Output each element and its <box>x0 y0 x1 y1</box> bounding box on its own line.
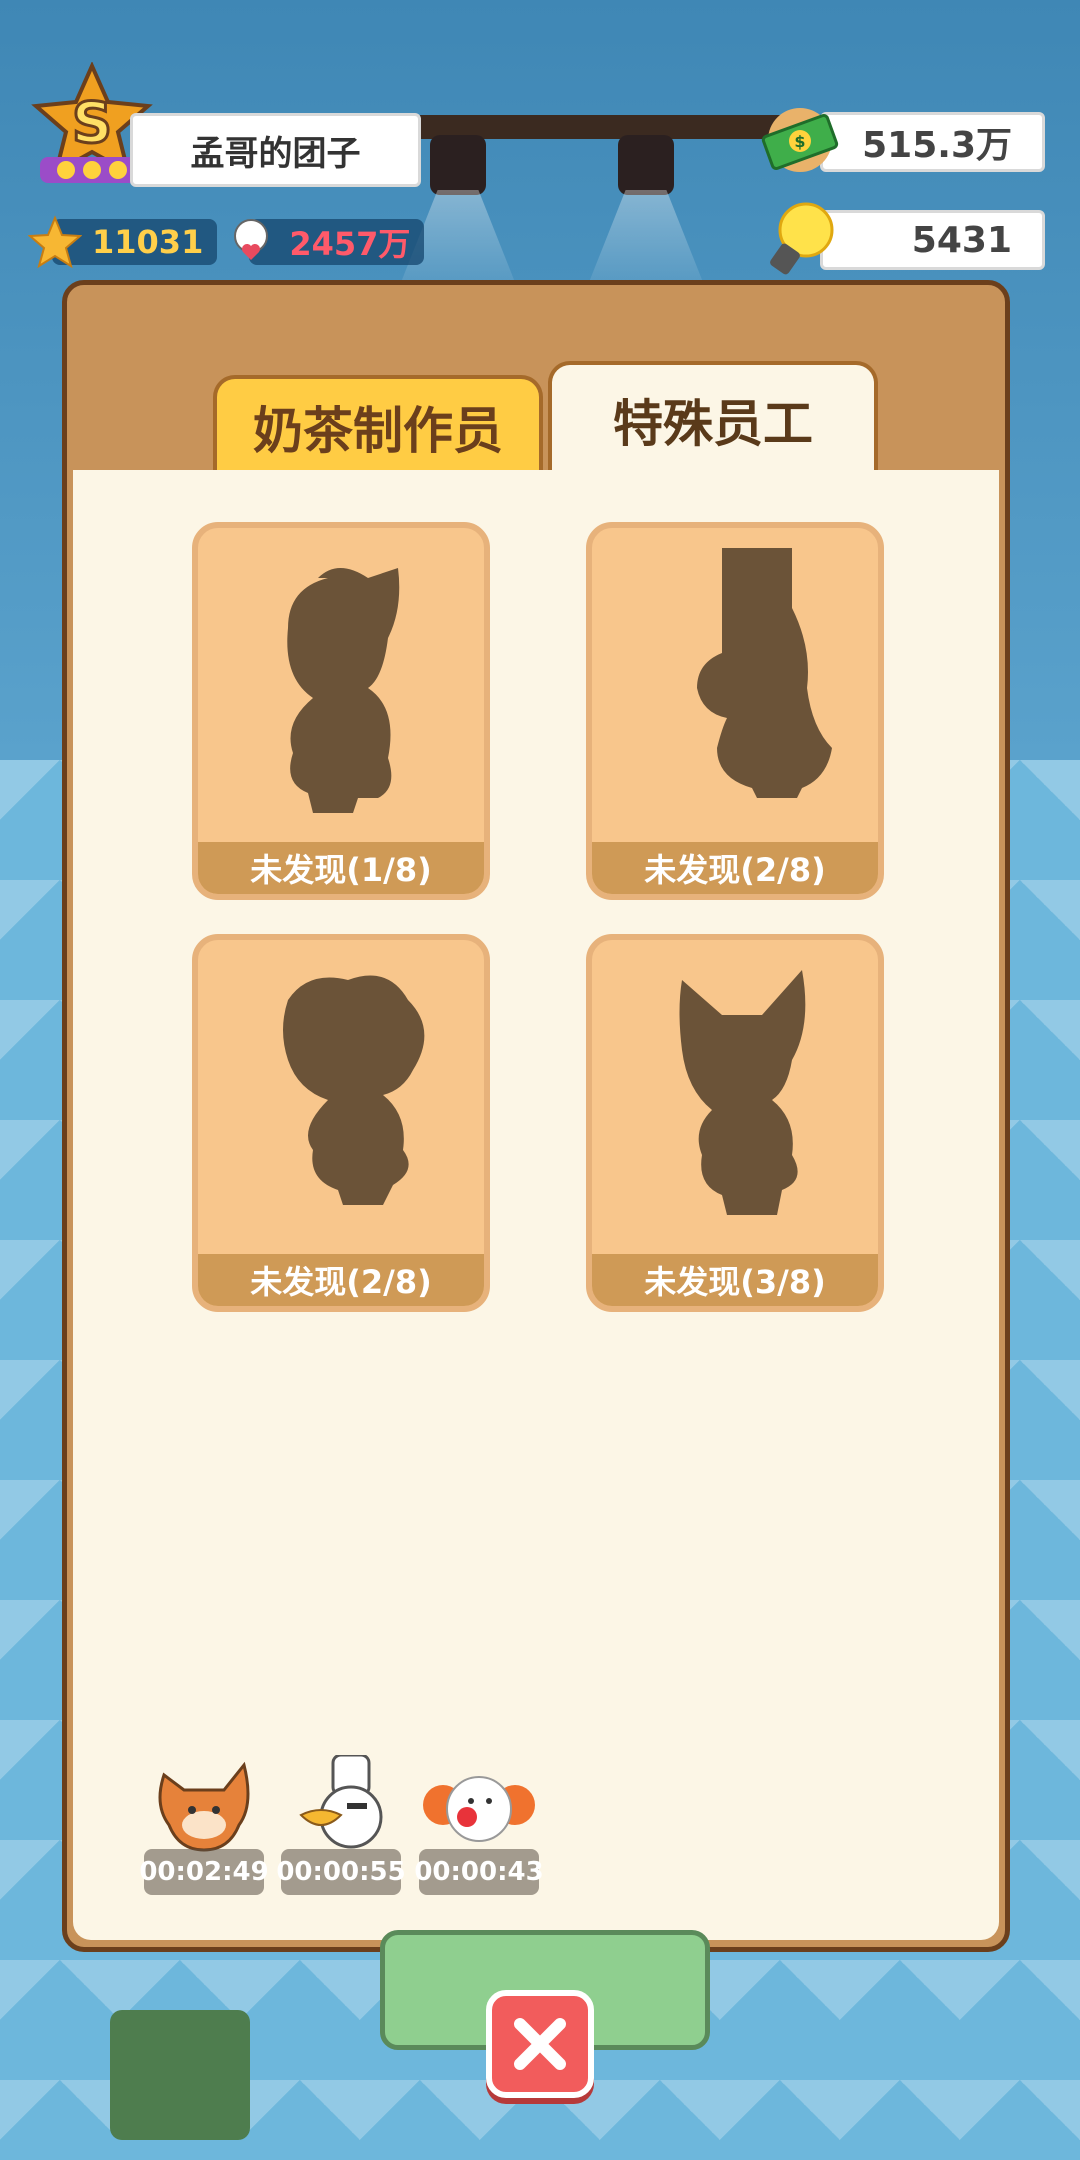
rank-letter: S <box>72 91 112 156</box>
card-label: 未发现(2/8) <box>592 842 878 894</box>
recycle-bin-icon <box>110 2010 250 2140</box>
player-name[interactable]: 孟哥的团子 <box>130 113 421 187</box>
fox-silhouette-icon <box>679 970 806 1215</box>
card-label: 未发现(2/8) <box>198 1254 484 1306</box>
staff-card[interactable]: 未发现(2/8) <box>192 934 490 1312</box>
fox-timer[interactable]: 00:02:49 <box>139 1755 269 1895</box>
clown-head-icon <box>423 1776 535 1842</box>
spotlight-icon <box>618 135 674 195</box>
staff-card[interactable]: 未发现(3/8) <box>586 934 884 1312</box>
money-icon: $ <box>761 108 839 172</box>
timer-text: 00:00:43 <box>414 1849 544 1895</box>
ideas-display[interactable]: 5431 <box>820 210 1045 270</box>
clown-timer[interactable]: 00:00:43 <box>414 1755 544 1895</box>
money-display[interactable]: 515.3万 <box>820 112 1045 172</box>
card-label: 未发现(1/8) <box>198 842 484 894</box>
curly-hair-silhouette-icon <box>283 975 425 1205</box>
fans-icon <box>234 219 269 260</box>
chef-bird-head-icon <box>299 1753 383 1849</box>
stats-row: 11031 2457万 <box>28 215 425 269</box>
cat-silhouette-icon <box>287 568 400 813</box>
fox-head-icon <box>158 1761 250 1852</box>
timer-text: 00:00:55 <box>276 1849 406 1895</box>
close-icon <box>514 2018 566 2070</box>
timer-text: 00:02:49 <box>139 1849 269 1895</box>
tall-hat-silhouette-icon <box>697 548 832 798</box>
staff-card[interactable]: 未发现(2/8) <box>586 522 884 900</box>
close-button[interactable] <box>486 1990 594 2098</box>
lightbulb-icon <box>770 202 834 275</box>
spotlight-icon <box>430 135 486 195</box>
star-icon <box>28 215 82 269</box>
svg-text:$: $ <box>794 132 805 151</box>
tab-special-staff[interactable]: 特殊员工 <box>548 361 878 475</box>
staff-card[interactable]: 未发现(1/8) <box>192 522 490 900</box>
chef-bird-timer[interactable]: 00:00:55 <box>276 1753 406 1895</box>
tab-milk-tea-maker[interactable]: 奶茶制作员 <box>213 375 543 475</box>
card-label: 未发现(3/8) <box>592 1254 878 1306</box>
